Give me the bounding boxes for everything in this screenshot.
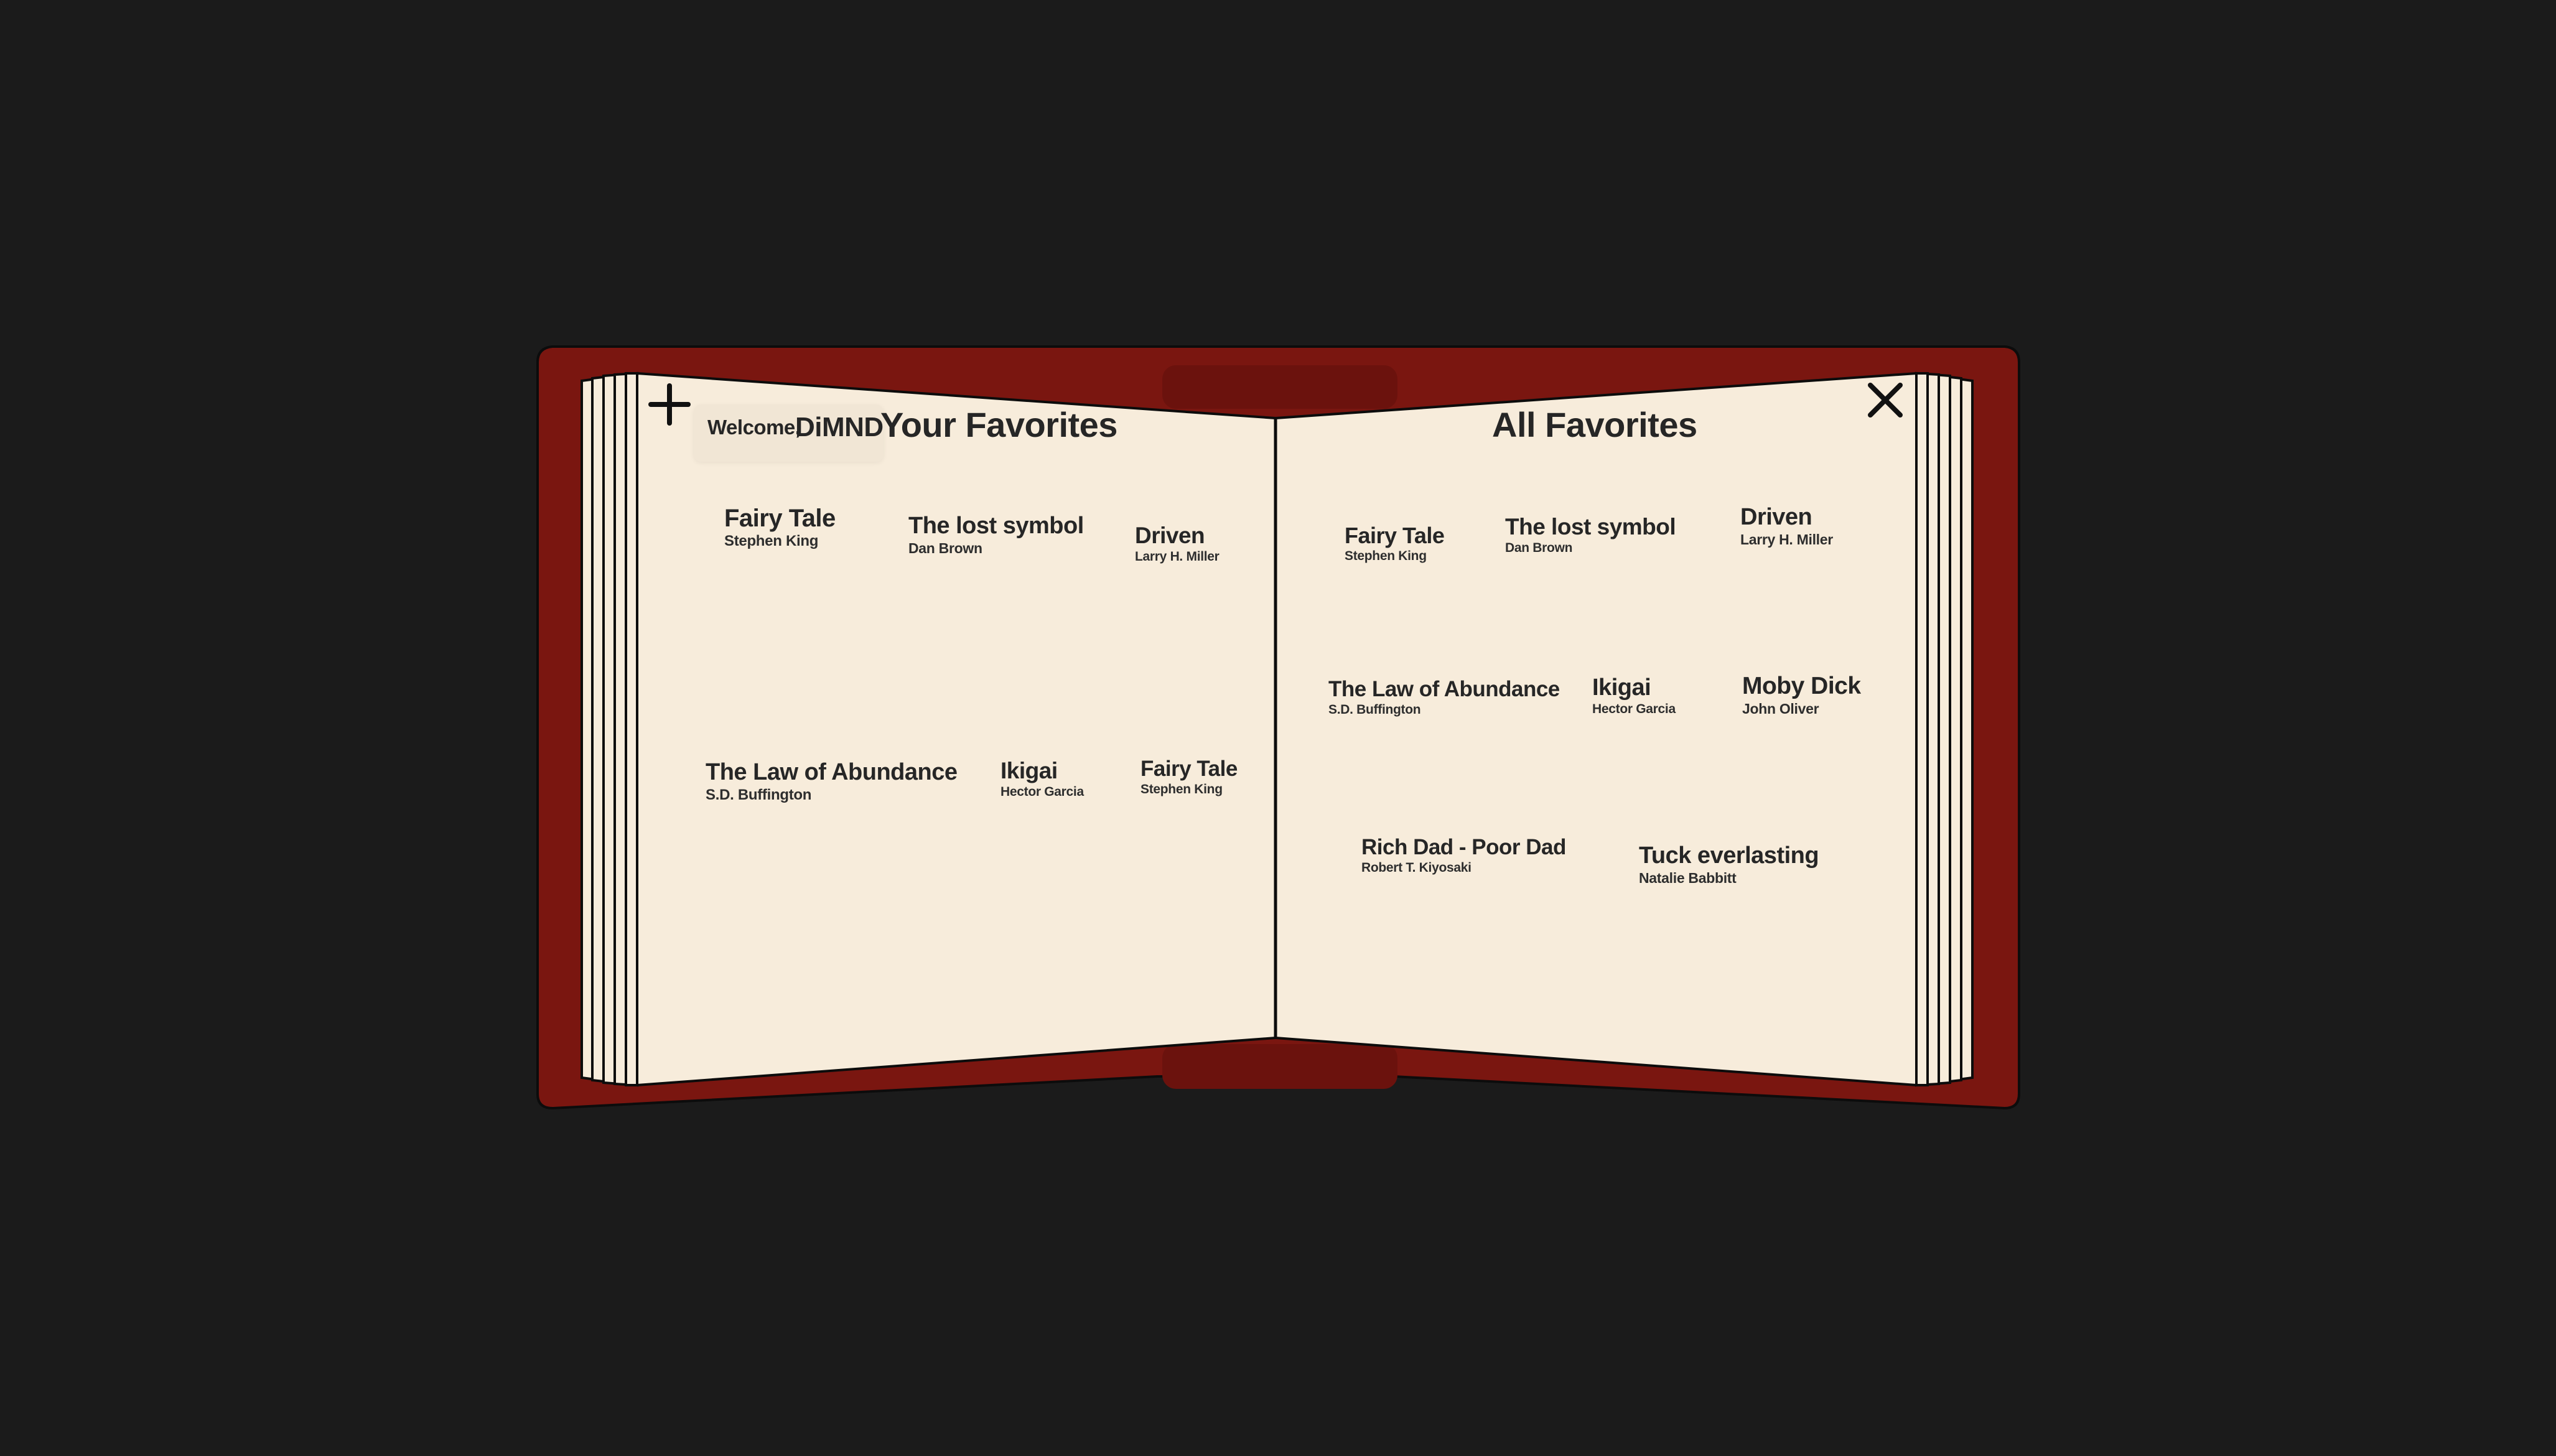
left-book-item[interactable]: Fairy Tale Stephen King <box>1140 757 1238 797</box>
right-book-item[interactable]: Tuck everlasting Natalie Babbitt <box>1639 842 1819 887</box>
book-title: Rich Dad - Poor Dad <box>1361 835 1566 859</box>
right-book-item[interactable]: Fairy Tale Stephen King <box>1345 523 1445 564</box>
book-title: Fairy Tale <box>1345 523 1445 548</box>
book-title: Driven <box>1135 523 1205 548</box>
left-book-item[interactable]: Ikigai Hector Garcia <box>1000 758 1084 800</box>
book-title: The lost symbol <box>908 513 1084 539</box>
spine-tab-top <box>1162 365 1397 409</box>
book-title: Tuck everlasting <box>1639 842 1819 869</box>
book-title: Driven <box>1740 504 1812 530</box>
open-book-illustration <box>536 345 2020 1110</box>
left-page <box>636 371 1277 1087</box>
close-icon <box>1868 383 1903 418</box>
book-author: Stephen King <box>1345 548 1427 563</box>
book-author: Natalie Babbitt <box>1639 869 1737 886</box>
left-book-item[interactable]: The lost symbol Dan Brown <box>908 513 1084 557</box>
add-favorite-button[interactable] <box>648 383 691 426</box>
book-title: Ikigai <box>1592 674 1651 701</box>
book-author: Stephen King <box>1140 782 1223 796</box>
plus-icon <box>648 383 691 426</box>
book-author: Hector Garcia <box>1592 701 1676 716</box>
right-book-item[interactable]: Moby Dick John Oliver <box>1742 673 1861 717</box>
book-author: Hector Garcia <box>1000 784 1084 799</box>
left-page-title: Your Favorites <box>880 405 1117 444</box>
right-book-item[interactable]: Driven Larry H. Miller <box>1740 505 1833 548</box>
right-book-item[interactable]: The lost symbol Dan Brown <box>1505 515 1676 556</box>
close-button[interactable] <box>1867 381 1904 419</box>
welcome-label: Welcome, <box>707 416 801 439</box>
right-page-title: All Favorites <box>1492 405 1697 444</box>
left-book-item[interactable]: Fairy Tale Stephen King <box>724 505 836 550</box>
book-favorites-screen: Welcome, DiMND Your Favorites All Favori… <box>0 0 2556 1456</box>
right-book-item[interactable]: Rich Dad - Poor Dad Robert T. Kiyosaki <box>1361 836 1566 875</box>
book-author: Larry H. Miller <box>1135 549 1220 564</box>
right-page <box>1274 371 1918 1087</box>
book-author: John Oliver <box>1742 700 1819 717</box>
right-book-item[interactable]: Ikigai Hector Garcia <box>1592 674 1676 717</box>
book-author: Dan Brown <box>908 539 982 556</box>
username: DiMND <box>795 412 884 442</box>
book-author: Stephen King <box>724 533 819 549</box>
book-author: Larry H. Miller <box>1740 531 1833 548</box>
book-title: The Law of Abundance <box>1328 677 1560 701</box>
left-book-item[interactable]: The Law of Abundance S.D. Buffington <box>706 760 958 804</box>
book-title: The Law of Abundance <box>706 759 958 785</box>
book-author: S.D. Buffington <box>706 786 812 803</box>
spine-tab-bottom <box>1162 1044 1397 1089</box>
book-author: Robert T. Kiyosaki <box>1361 860 1472 875</box>
right-book-item[interactable]: The Law of Abundance S.D. Buffington <box>1328 678 1560 717</box>
book-title: Fairy Tale <box>724 505 836 532</box>
book-title: Moby Dick <box>1742 673 1861 699</box>
book-title: Ikigai <box>1000 758 1058 783</box>
book-title: The lost symbol <box>1505 514 1676 539</box>
book-author: S.D. Buffington <box>1328 702 1421 717</box>
book-title: Fairy Tale <box>1140 757 1238 781</box>
book-author: Dan Brown <box>1505 540 1573 555</box>
left-book-item[interactable]: Driven Larry H. Miller <box>1135 523 1220 564</box>
